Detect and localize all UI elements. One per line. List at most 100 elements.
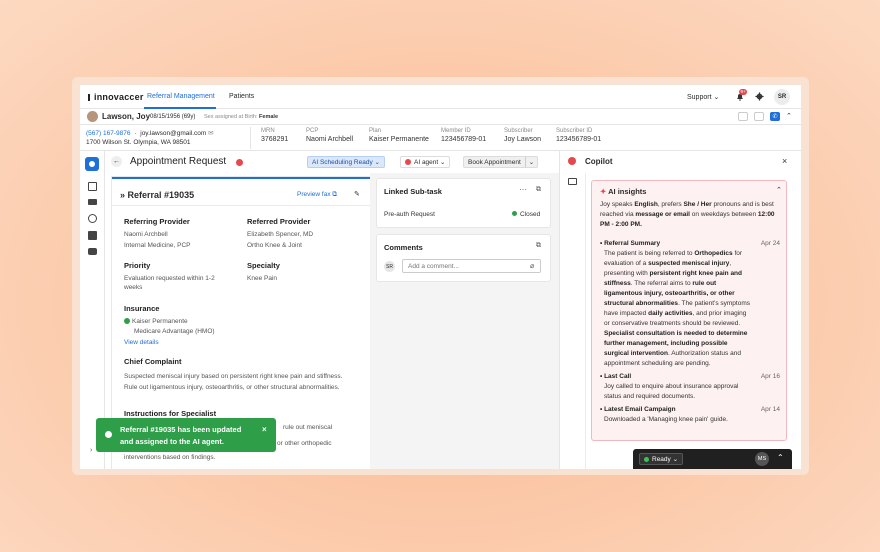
field-member-id: Member ID 123456789-01 [441,128,487,143]
insight-text: English [634,201,658,208]
chevron-down-icon: ⌄ [713,94,720,101]
nav-patients[interactable]: Patients [229,93,254,100]
subtask-title: Linked Sub-task [384,187,442,196]
patient-address: 1700 Wilson St. Olympia, WA 98501 [86,139,191,146]
chat-icon[interactable] [88,248,97,255]
instructions-text-1: rule out meniscal [283,424,333,431]
card-icon[interactable] [88,199,97,205]
patient-email[interactable]: joy.lawson@gmail.com [140,130,206,137]
phone-icon[interactable]: ✆ [770,112,780,121]
patient-dob: 08/15/1956 (69y) [150,113,196,120]
referring-provider-name: Naomi Archbell [124,231,168,238]
referral-icon [89,161,95,167]
insurance-name: Kaiser Permanente [124,317,188,326]
linked-subtask-card: Linked Sub-task ··· ⧉ Pre-auth Request C… [377,179,550,227]
instructions-text-3: interventions based on findings. [124,454,216,461]
copilot-logo-icon [568,157,576,165]
double-chevron-icon[interactable]: » [120,190,125,200]
toast-close-icon[interactable]: × [262,425,267,434]
support-menu[interactable]: Support ⌄ [687,93,719,101]
insight-text: Joy called to enquire about insurance ap… [604,383,739,400]
copilot-title: Copilot [585,157,613,166]
instructions-heading: Instructions for Specialist [124,409,217,418]
contact-card-icon[interactable] [88,231,97,240]
edit-pencil-icon[interactable]: ✎ [354,190,360,198]
expand-chevron-icon[interactable]: › [90,447,92,454]
divider [585,173,586,469]
nav-referral-management[interactable]: Referral Management [147,93,215,100]
close-icon[interactable]: × [782,156,787,166]
insight-item-body: The patient is being referred to Orthope… [600,249,750,369]
insight-item-title: • Last Call [600,373,632,380]
patient-phone[interactable]: (567) 167-9876 [86,130,130,137]
tasks-icon[interactable] [88,182,97,191]
chevron-up-icon[interactable]: ⌃ [777,453,784,462]
patient-name: Lawson, Joy [102,112,151,121]
comment-input[interactable] [402,259,541,273]
user-circle-icon[interactable] [88,214,97,223]
message-icon[interactable] [738,112,748,121]
mail-icon: ✉ [208,130,214,137]
page-title: Appointment Request [130,155,227,167]
external-link-icon[interactable]: ⧉ [536,186,541,194]
middle-column: Linked Sub-task ··· ⧉ Pre-auth Request C… [370,173,559,469]
user-avatar[interactable]: SR [774,89,790,105]
field-subscriber: Subscriber Joy Lawson [504,128,541,143]
chevron-up-icon[interactable]: ⌃ [776,186,782,194]
insight-text: Downloaded a 'Managing knee pain' guide. [604,416,728,423]
referred-provider-name: Elizabeth Spencer, MD [247,231,314,238]
mail-icon[interactable] [754,112,764,121]
specialty-heading: Specialty [247,261,280,270]
chevron-down-icon[interactable]: ⌄ [524,157,537,167]
insight-item: • Latest Email Campaign Apr 14 Downloaded … [600,405,782,425]
insurance-plan: Medicare Advantage (HMO) [134,328,215,335]
insurance-heading: Insurance [124,304,160,313]
book-icon[interactable] [568,178,577,185]
chief-complaint-text: Suspected meniscal injury based on persi… [124,373,343,391]
ai-insights-card: ✦ AI insights ⌃ Joy speaks English, pref… [591,180,787,441]
bell-icon[interactable]: 9+ [736,89,748,101]
preview-fax-link[interactable]: Preview fax ⧉ [297,191,337,199]
chevron-down-icon: ⌄ [440,159,446,166]
field-plan: Plan Kaiser Permanente [369,128,429,143]
external-link-icon: ⧉ [332,191,338,198]
priority-icon [236,158,243,166]
sidebar-item-active[interactable] [85,157,99,171]
check-circle-icon [124,318,130,324]
divider [250,127,251,149]
external-link-icon[interactable]: ⧉ [536,242,541,250]
view-details-link[interactable]: View details [124,338,159,347]
subtask-item[interactable]: Pre-auth Request [384,210,435,219]
field-mrn: MRN 3768291 [261,128,289,143]
ready-status-dropdown[interactable]: Ready ⌄ [639,453,684,465]
insight-text: daily activities [648,310,693,317]
referring-provider-specialty: Internal Medicine, PCP [124,242,191,249]
chevron-up-icon[interactable]: ⌃ [786,112,792,120]
brand-logo: innovaccer [88,92,144,102]
patient-sex: Sex assigned at Birth: Female [204,113,279,120]
toast-notification: Referral #19035 has been updated and ass… [96,418,276,452]
ai-agent-button[interactable]: AI agent ⌄ [400,156,451,168]
book-appointment-button[interactable]: Book Appointment ⌄ [463,156,539,168]
insight-text: message or email [635,211,690,218]
toast-line-1: Referral #19035 has been updated [120,425,242,434]
success-icon [105,431,112,438]
comments-card: Comments ⧉ SR ⌀ [377,235,550,281]
comments-title: Comments [384,243,423,252]
status-dot-icon [644,456,649,462]
priority-heading: Priority [124,261,151,270]
sparkle-icon: ✦ [600,187,607,196]
more-options-icon[interactable]: ··· [519,185,527,194]
settings-gear-icon[interactable] [755,92,764,103]
instructions-text-2: or other orthopedic [277,440,332,447]
agent-avatar[interactable]: MS [755,452,769,466]
referred-provider-heading: Referred Provider [247,217,311,226]
notification-badge: 9+ [739,89,748,95]
ai-scheduling-status-button[interactable]: AI Scheduling Ready ⌄ [307,156,385,168]
insight-item-title: • Referral Summary [600,240,661,247]
attach-paperclip-icon[interactable]: ⌀ [530,262,534,270]
insight-items: • Referral Summary Apr 24 The patient is b… [600,239,782,428]
insight-text: . The referral aims to [630,280,693,287]
insight-item-body: Downloaded a 'Managing knee pain' guide. [600,415,750,425]
back-arrow-icon[interactable]: ← [111,156,122,167]
